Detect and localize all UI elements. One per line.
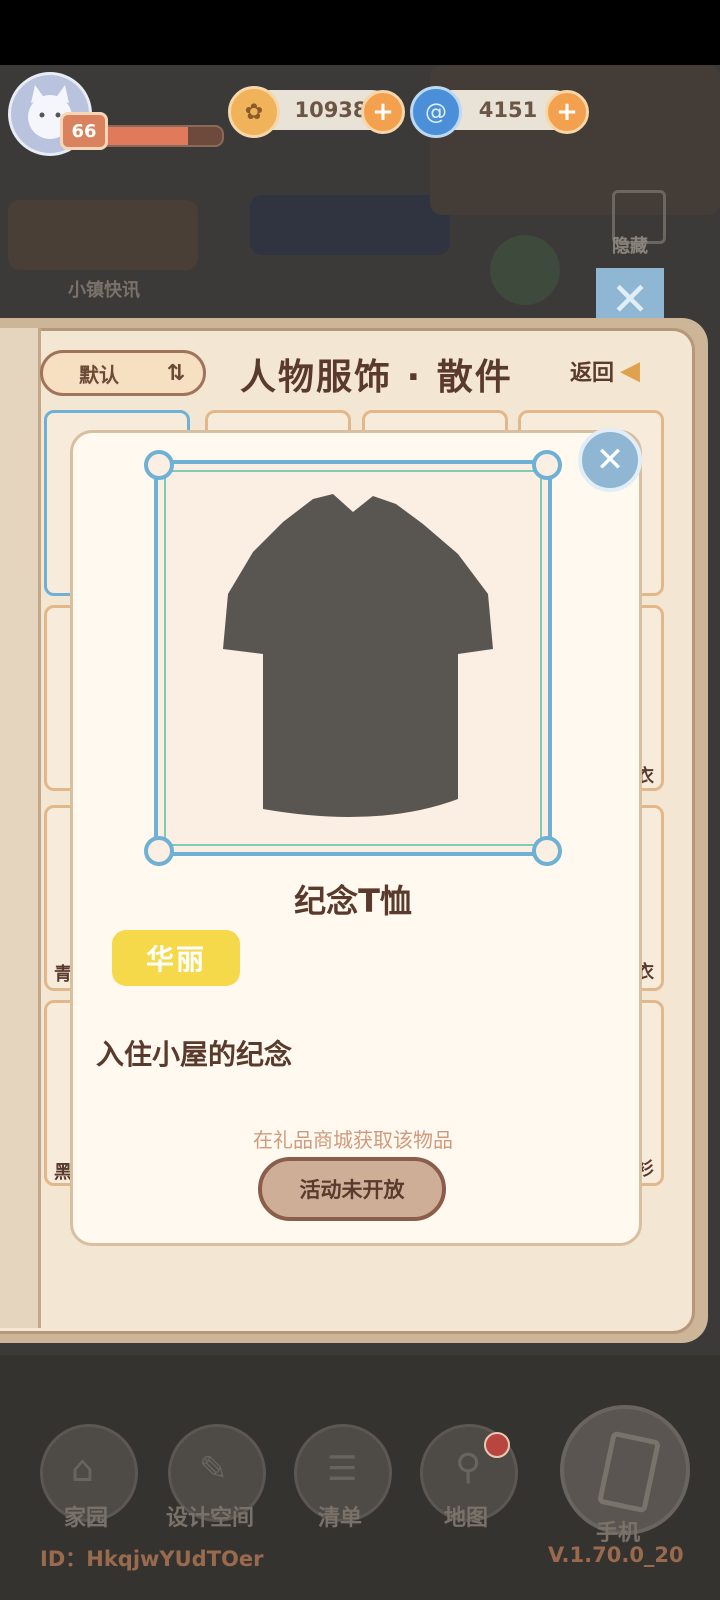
coin-amount: 10938 [294, 98, 368, 122]
player-id: ID：HkqjwYUdTOer [40, 1547, 264, 1571]
frame-corner-ornament [144, 836, 174, 866]
panel-title: 人物服饰 · 散件 [240, 357, 513, 398]
hide-ui-label[interactable]: 隐藏 [612, 232, 648, 258]
notepad-icon: ☰ [327, 1449, 358, 1489]
tshirt-icon [223, 494, 493, 817]
frame-corner-ornament [532, 836, 562, 866]
sort-button[interactable]: 默认 ⇅ [40, 350, 206, 396]
back-arrow-icon: ◀ [620, 356, 641, 386]
nav-list-label: 清单 [318, 1506, 363, 1531]
xp-bar [98, 125, 224, 147]
game-version: V.1.70.0_20 [548, 1543, 684, 1567]
scene-decoration [490, 235, 560, 305]
close-modal-button[interactable]: ✕ [578, 428, 642, 492]
item-description: 入住小屋的纪念 [96, 1038, 293, 1071]
notification-dot [484, 1432, 510, 1458]
back-button[interactable]: 返回 ◀ [570, 355, 640, 387]
frame-corner-ornament [144, 450, 174, 480]
coin-icon: ✿ [228, 86, 280, 138]
crystal-amount: 4151 [478, 98, 538, 122]
book-spine [0, 328, 41, 1328]
character-card [8, 200, 198, 270]
sort-arrows-icon: ⇅ [166, 360, 185, 386]
back-label: 返回 [570, 361, 615, 386]
item-source-text: 在礼品商城获取该物品 [253, 1128, 453, 1152]
swirl-crystal-icon: @ [410, 86, 462, 138]
town-news-label[interactable]: 小镇快讯 [68, 276, 140, 302]
map-pin-icon: ⚲ [455, 1447, 482, 1488]
add-crystals-button[interactable]: + [545, 90, 589, 134]
nav-home-label: 家园 [64, 1506, 109, 1531]
close-icon: ✕ [595, 440, 625, 480]
scene-furniture [430, 65, 720, 215]
night-sign [250, 195, 450, 255]
nav-map-label: 地图 [444, 1506, 489, 1531]
level-badge: 66 [60, 112, 108, 150]
add-coins-button[interactable]: + [361, 90, 405, 134]
event-not-open-button[interactable]: 活动未开放 [258, 1157, 446, 1221]
house-icon: ⌂ [71, 1449, 94, 1490]
item-preview-frame [144, 450, 562, 866]
ruler-icon: ✎ [199, 1449, 228, 1489]
item-name: 纪念T恤 [294, 882, 412, 920]
frame-corner-ornament [532, 450, 562, 480]
sort-label: 默认 [79, 362, 119, 387]
nav-design-label: 设计空间 [166, 1506, 255, 1531]
phone-icon [596, 1430, 662, 1514]
xp-bar-fill [100, 127, 188, 145]
rarity-badge: 华丽 [112, 930, 240, 986]
